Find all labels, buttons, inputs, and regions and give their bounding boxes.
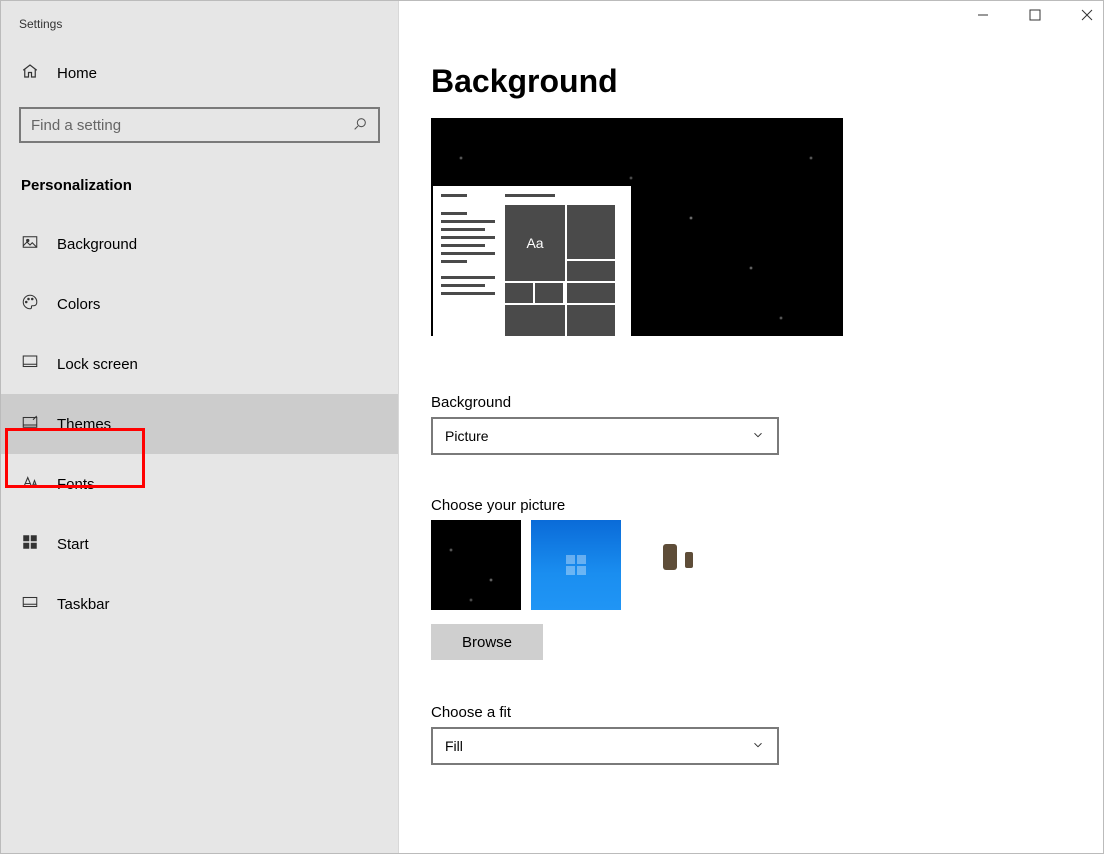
home-label: Home [57, 65, 97, 82]
sidebar-item-label: Fonts [57, 476, 95, 493]
sidebar-item-themes[interactable]: Themes [1, 394, 398, 454]
sidebar-item-start[interactable]: Start [1, 514, 398, 574]
preview-sample-window: Aa [433, 186, 631, 336]
search-input-wrap[interactable] [19, 107, 380, 143]
home-button[interactable]: Home [1, 53, 398, 93]
picture-thumb-4[interactable] [731, 520, 821, 610]
preview-aa-text: Aa [505, 205, 565, 281]
chevron-down-icon [751, 738, 765, 755]
search-icon [352, 116, 368, 135]
sidebar-item-label: Taskbar [57, 596, 110, 613]
choose-picture-label: Choose your picture [431, 497, 1079, 514]
sidebar-item-fonts[interactable]: Fonts [1, 454, 398, 514]
page-heading: Background [431, 63, 1079, 100]
chevron-down-icon [751, 428, 765, 445]
home-icon [21, 62, 39, 84]
sidebar-item-label: Start [57, 536, 89, 553]
picture-thumbnails [431, 520, 1079, 610]
picture-icon [21, 233, 39, 255]
browse-button[interactable]: Browse [431, 624, 543, 660]
themes-icon [21, 413, 39, 435]
background-dropdown-value: Picture [445, 428, 489, 444]
sidebar-item-label: Lock screen [57, 356, 138, 373]
minimize-button[interactable] [971, 3, 995, 27]
main-pane: Background [399, 1, 1103, 853]
picture-thumb-3[interactable] [631, 520, 721, 610]
start-icon [21, 533, 39, 555]
sidebar-item-label: Themes [57, 416, 111, 433]
sidebar-item-lock-screen[interactable]: Lock screen [1, 334, 398, 394]
maximize-button[interactable] [1023, 3, 1047, 27]
sidebar-item-colors[interactable]: Colors [1, 274, 398, 334]
section-title: Personalization [1, 167, 398, 214]
sidebar-item-taskbar[interactable]: Taskbar [1, 574, 398, 634]
picture-thumb-1[interactable] [431, 520, 521, 610]
lock-screen-icon [21, 353, 39, 375]
fit-dropdown[interactable]: Fill [431, 727, 779, 765]
sidebar: Settings Home Personalization Background [1, 1, 399, 853]
search-input[interactable] [31, 117, 352, 134]
sidebar-item-background[interactable]: Background [1, 214, 398, 274]
background-dropdown-label: Background [431, 394, 1079, 411]
picture-thumb-2[interactable] [531, 520, 621, 610]
window-title: Settings [1, 11, 398, 53]
background-dropdown[interactable]: Picture [431, 417, 779, 455]
fonts-icon [21, 473, 39, 495]
sidebar-item-label: Background [57, 236, 137, 253]
background-preview: Aa [431, 118, 843, 336]
fit-dropdown-value: Fill [445, 738, 463, 754]
picture-thumb-5[interactable] [831, 520, 921, 610]
taskbar-icon [21, 593, 39, 615]
close-button[interactable] [1075, 3, 1099, 27]
choose-fit-label: Choose a fit [431, 704, 1079, 721]
sidebar-item-label: Colors [57, 296, 100, 313]
palette-icon [21, 293, 39, 315]
